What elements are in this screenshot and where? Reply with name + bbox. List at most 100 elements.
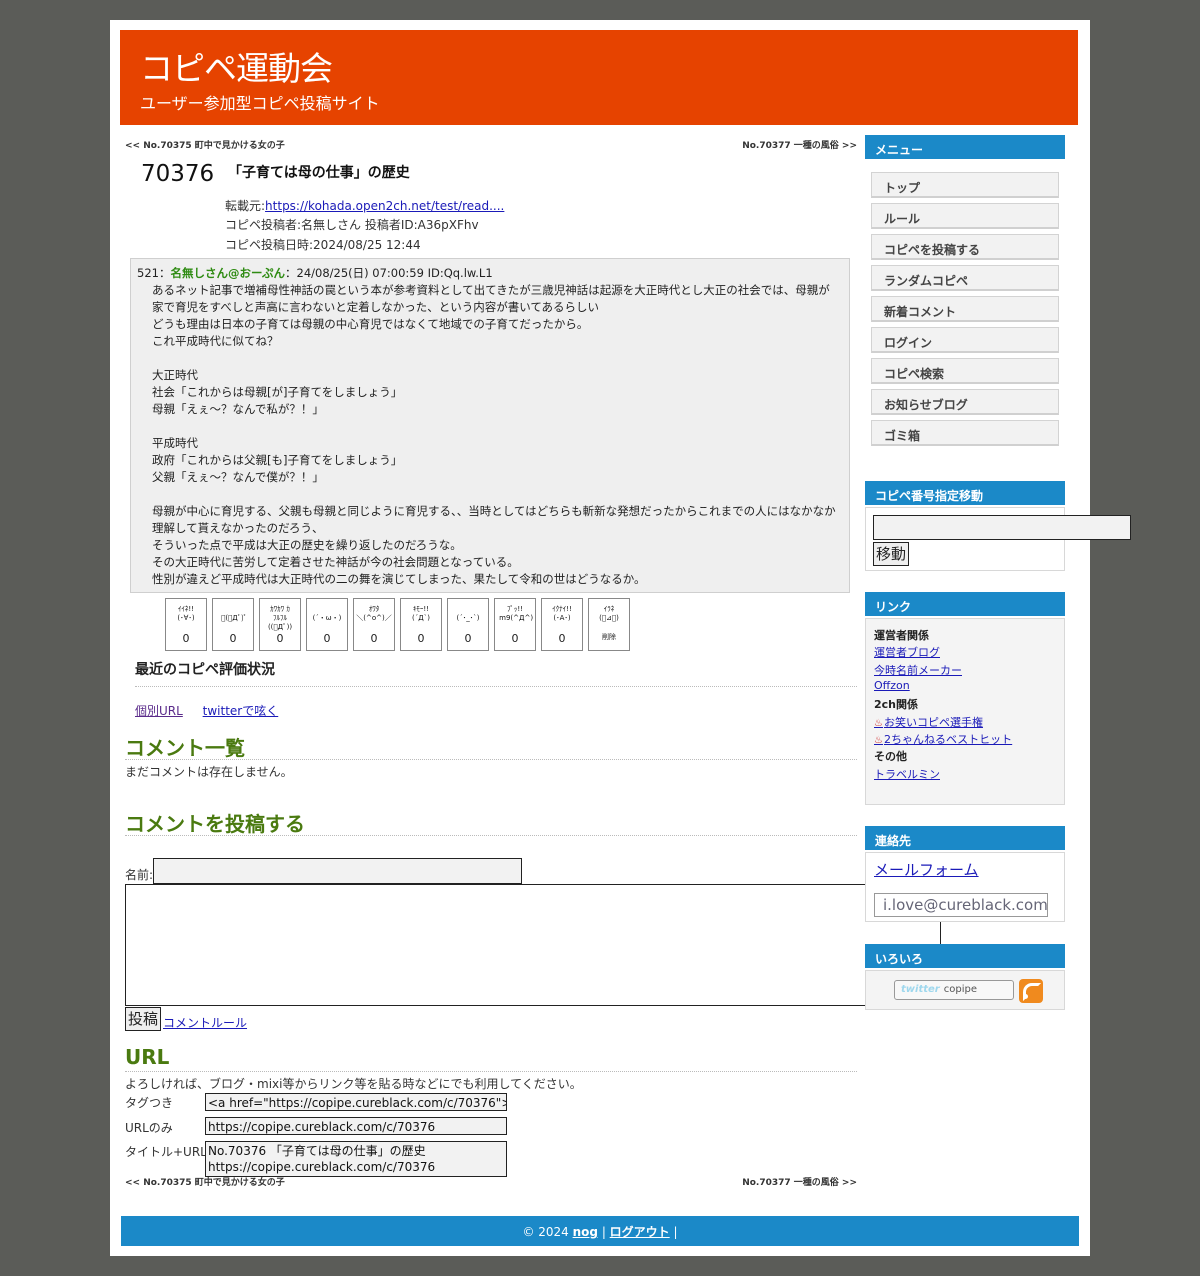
comment-form-title: コメントを投稿する bbox=[125, 812, 305, 836]
logout-link[interactable]: ログアウト bbox=[610, 1225, 670, 1239]
url-only-field[interactable]: https://copipe.cureblack.com/c/70376 bbox=[205, 1117, 507, 1135]
link-owarai-label: お笑いコピペ選手権 bbox=[883, 716, 983, 729]
menu-title: メニュー bbox=[865, 135, 1065, 161]
iine-face-icon: ｲｲﾈ!! (･∀･) bbox=[177, 605, 195, 622]
emo-button-delete[interactable]: ｲﾗﾈ (ﾟ⊿ﾟ) 削除 bbox=[588, 598, 630, 651]
hot-icon: ♨ bbox=[874, 718, 883, 729]
url-desc: よろしければ、ブログ・mixi等からリンク等を貼る時などにでも利用してください。 bbox=[125, 1077, 582, 1091]
mailform-link[interactable]: メールフォーム bbox=[874, 859, 979, 880]
comment-textarea[interactable] bbox=[125, 884, 941, 1006]
divider bbox=[135, 686, 857, 687]
tag-url-field[interactable]: <a href="https://copipe.cureblack.com/c/… bbox=[205, 1093, 507, 1111]
name-input[interactable] bbox=[153, 858, 522, 884]
menu-item-top[interactable]: トップ bbox=[871, 172, 1059, 198]
title-url-field[interactable]: No.70376 「子育ては母の仕事」の歴史 https://copipe.cu… bbox=[205, 1141, 507, 1177]
post-title: 「子育ては母の仕事」の歴史 bbox=[228, 165, 410, 181]
twitter-badge[interactable]: twitter copipe bbox=[894, 980, 1014, 1000]
comments-title: コメント一覧 bbox=[125, 736, 245, 760]
post-date: コピペ投稿日時:2024/08/25 12:44 bbox=[225, 238, 421, 252]
tag-label: タグつき bbox=[125, 1096, 174, 1110]
title-url-line1: No.70376 「子育ては母の仕事」の歴史 bbox=[208, 1144, 426, 1158]
menu-item-trash[interactable]: ゴミ箱 bbox=[871, 420, 1059, 446]
twitter-badge-label: copipe bbox=[943, 984, 977, 995]
footer-user-link[interactable]: nog bbox=[573, 1225, 598, 1239]
jump-number-input[interactable] bbox=[873, 515, 1131, 540]
emo-count: 0 bbox=[511, 632, 519, 645]
source-link[interactable]: https://kohada.open2ch.net/test/read.... bbox=[265, 199, 504, 213]
emo-button-sad[interactable]: (´・ω・) 0 bbox=[306, 598, 348, 651]
submit-comment-button[interactable]: 投稿 bbox=[125, 1007, 162, 1031]
post-body-box: 521：名無しさん@おーぷん：24/08/25(日) 07:00:59 ID:Q… bbox=[130, 258, 850, 593]
twitter-logo-icon: twitter bbox=[901, 984, 940, 995]
share-links: 個別URL twitterで呟く bbox=[135, 702, 294, 719]
res-header: 521：名無しさん@おーぷん：24/08/25(日) 07:00:59 ID:Q… bbox=[137, 265, 841, 282]
contact-title: 連絡先 bbox=[865, 826, 1065, 852]
emo-button-kawaii[interactable]: ｶﾜｶﾜ ｶ ﾌﾙﾌﾙ ((ﾟДﾟ)) 0 bbox=[259, 598, 301, 651]
url-only-label: URLのみ bbox=[125, 1121, 173, 1135]
links-group-other: その他 bbox=[874, 750, 907, 763]
link-owarai[interactable]: ♨お笑いコピペ選手権 bbox=[874, 714, 983, 730]
prev-post-link[interactable]: << No.70375 町中で見かける女の子 bbox=[125, 138, 285, 151]
emo-count: 0 bbox=[276, 632, 284, 645]
post-poster: コピペ投稿者:名無しさん 投稿者ID:A36pXFhv bbox=[225, 218, 479, 232]
emo-button-pugya[interactable]: ﾌﾟｯ!! m9(^Д^) 0 bbox=[494, 598, 536, 651]
link-operator-blog[interactable]: 運営者ブログ bbox=[874, 644, 940, 660]
jump-button[interactable]: 移動 bbox=[873, 542, 910, 566]
emo-button-bikkuri[interactable]: ﾟ(ﾟДﾟ)ﾟ 0 bbox=[212, 598, 254, 651]
link-besthit[interactable]: ♨2ちゃんねるベストヒット bbox=[874, 731, 1012, 747]
comment-rule-link[interactable]: コメントルール bbox=[163, 1014, 247, 1031]
emo-button-iine[interactable]: ｲｲﾈ!! (･∀･) 0 bbox=[165, 598, 207, 651]
ikunai-face-icon: ｲｸﾅｲ!! (･A･) bbox=[552, 605, 572, 622]
menu-item-post[interactable]: コピペを投稿する bbox=[871, 234, 1059, 260]
link-name-maker[interactable]: 今時名前メーカー bbox=[874, 662, 962, 678]
misc-title: いろいろ bbox=[865, 944, 1065, 970]
site-subtitle: ユーザー参加型コピペ投稿サイト bbox=[140, 94, 380, 113]
post-nav-top: << No.70375 町中で見かける女の子 No.70377 一種の風俗 >> bbox=[125, 138, 857, 152]
twitter-share-link[interactable]: twitterで呟く bbox=[203, 704, 279, 718]
delete-face-icon: ｲﾗﾈ (ﾟ⊿ﾟ) bbox=[599, 605, 619, 622]
emo-button-ikunai[interactable]: ｲｸﾅｲ!! (･A･) 0 bbox=[541, 598, 583, 651]
emo-button-owata[interactable]: ｵﾜﾀ ＼(^o^)／ 0 bbox=[353, 598, 395, 651]
pugya-face-icon: ﾌﾟｯ!! m9(^Д^) bbox=[499, 605, 534, 622]
email-address-image: i.love@cureblack.com bbox=[874, 893, 1048, 917]
next-post-link[interactable]: No.70377 一種の風俗 >> bbox=[742, 1175, 857, 1188]
link-travelmin[interactable]: トラベルミン bbox=[874, 766, 940, 782]
menu-item-login[interactable]: ログイン bbox=[871, 327, 1059, 353]
permalink-link[interactable]: 個別URL bbox=[135, 704, 183, 718]
emo-button-kimo[interactable]: ｷﾓｰ!! (´Д`) 0 bbox=[400, 598, 442, 651]
emo-count: 0 bbox=[417, 632, 425, 645]
post-source: 転載元:https://kohada.open2ch.net/test/read… bbox=[225, 197, 504, 214]
emo-count: 0 bbox=[370, 632, 378, 645]
menu-item-random[interactable]: ランダムコピペ bbox=[871, 265, 1059, 291]
next-post-link[interactable]: No.70377 一種の風俗 >> bbox=[742, 138, 857, 151]
menu-box: トップ ルール コピペを投稿する ランダムコピペ 新着コメント ログイン コピペ… bbox=[865, 161, 1065, 461]
post-nav-bottom: << No.70375 町中で見かける女の子 No.70377 一種の風俗 >> bbox=[125, 1175, 857, 1189]
menu-item-new-comments[interactable]: 新着コメント bbox=[871, 296, 1059, 322]
owata-face-icon: ｵﾜﾀ ＼(^o^)／ bbox=[356, 605, 392, 622]
title-url-label: タイトル+URL bbox=[125, 1145, 207, 1159]
sad-face-icon: (´・ω・) bbox=[312, 614, 342, 622]
prev-post-link[interactable]: << No.70375 町中で見かける女の子 bbox=[125, 1175, 285, 1188]
source-label: 転載元: bbox=[225, 199, 266, 213]
post-body: あるネット記事で増補母性神話の罠という本が参考資料として出てきたが三歳児神話は起… bbox=[152, 283, 836, 586]
link-offzon[interactable]: Offzon bbox=[874, 679, 910, 692]
menu-item-search[interactable]: コピペ検索 bbox=[871, 358, 1059, 384]
url-title: URL bbox=[125, 1045, 170, 1069]
res-number: 521： bbox=[137, 266, 171, 280]
res-meta: ：24/08/25(日) 07:00:59 ID:Qq.lw.L1 bbox=[285, 266, 493, 280]
kimo-face-icon: ｷﾓｰ!! (´Д`) bbox=[412, 605, 430, 622]
emo-button-pokan[interactable]: (´･_･`) 0 bbox=[447, 598, 489, 651]
site-footer: © 2024 nog | ログアウト | bbox=[121, 1216, 1079, 1246]
contact-box: メールフォーム i.love@cureblack.com bbox=[865, 852, 1065, 922]
emo-count: 0 bbox=[182, 632, 190, 645]
menu-item-rules[interactable]: ルール bbox=[871, 203, 1059, 229]
jump-box: 移動 bbox=[865, 507, 1131, 571]
emo-count: 0 bbox=[558, 632, 566, 645]
name-label: 名前: bbox=[125, 868, 154, 882]
eval-title: 最近のコピペ評価状況 bbox=[135, 662, 275, 678]
title-url-line2: https://copipe.cureblack.com/c/70376 bbox=[208, 1160, 436, 1174]
menu-item-blog[interactable]: お知らせブログ bbox=[871, 389, 1059, 415]
rss-icon[interactable] bbox=[1019, 979, 1043, 1003]
site-title[interactable]: コピペ運動会 bbox=[140, 42, 333, 90]
res-name: 名無しさん@おーぷん bbox=[170, 266, 285, 280]
